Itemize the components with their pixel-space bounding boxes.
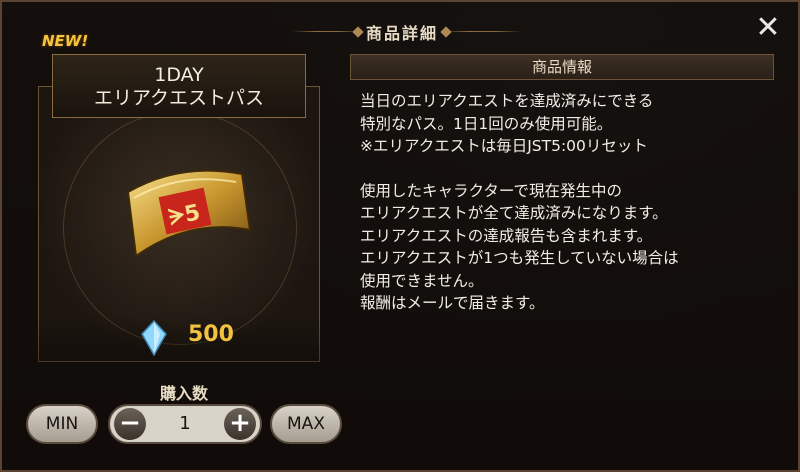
description-line: エリアクエストが全て達成済みになります。 bbox=[360, 204, 668, 222]
min-button[interactable]: MIN bbox=[26, 404, 98, 444]
description-line: 特別なパス。1日1回のみ使用可能。 bbox=[360, 114, 613, 133]
description-line: エリアクエストの達成報告も含まれます。 bbox=[360, 226, 653, 245]
close-button[interactable]: ✕ bbox=[754, 13, 782, 43]
quantity-stepper: − 1 + bbox=[108, 404, 262, 444]
description-line: 報酬はメールで届きます。 bbox=[360, 294, 545, 312]
new-badge: NEW! bbox=[42, 32, 89, 50]
item-name-line1: 1DAY bbox=[154, 64, 204, 86]
modal-title: 商品詳細 bbox=[365, 24, 438, 43]
description-line: 使用したキャラクターで現在発生中の bbox=[360, 181, 622, 200]
quantity-value[interactable]: 1 bbox=[158, 406, 212, 442]
area-quest-pass-ticket-icon: ᗒ5 bbox=[126, 169, 252, 258]
item-name-plate: 1DAY エリアクエストパス bbox=[52, 54, 306, 118]
description-line: エリアクエストが1つも発生していない場合は bbox=[360, 249, 679, 267]
product-detail-modal: 商品詳細 ✕ NEW! 1DAY エリアクエストパス ᗒ5 500 購入数 MI… bbox=[0, 0, 800, 472]
item-price: 500 bbox=[188, 322, 234, 347]
product-description: 当日のエリアクエストを達成済みにできる 特別なパス。1日1回のみ使用可能。 ※エ… bbox=[360, 90, 780, 315]
description-line: ※エリアクエストは毎日JST5:00リセット bbox=[360, 137, 648, 155]
quantity-label: 購入数 bbox=[159, 384, 208, 403]
product-info-header: 商品情報 bbox=[350, 54, 774, 80]
max-button[interactable]: MAX bbox=[270, 404, 342, 444]
description-line: 当日のエリアクエストを達成済みにできる bbox=[360, 92, 654, 110]
price-row bbox=[38, 314, 320, 362]
decrement-button[interactable]: − bbox=[114, 408, 146, 440]
description-line: 使用できません。 bbox=[360, 271, 484, 290]
crystal-icon bbox=[141, 320, 167, 356]
item-name-line2: エリアクエストパス bbox=[93, 87, 265, 109]
increment-button[interactable]: + bbox=[224, 408, 256, 440]
